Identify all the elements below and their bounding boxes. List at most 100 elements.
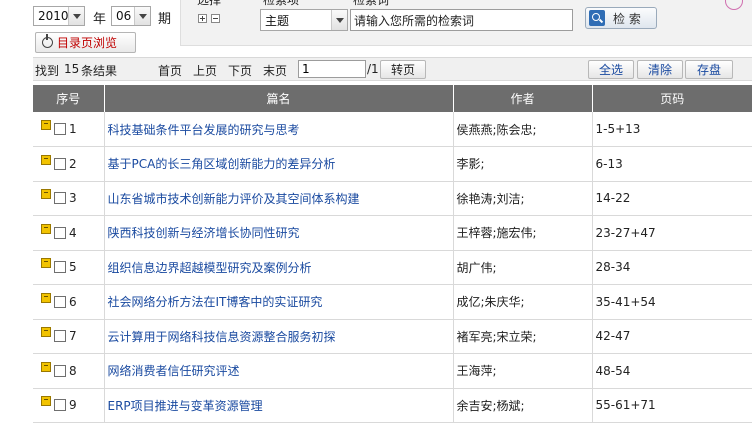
pages-cell: 14-22 [592,181,752,216]
save-button[interactable]: 存盘 [685,60,733,79]
pages-cell: 55-61+71 [592,388,752,423]
save-label: 存盘 [696,63,721,77]
article-title-link[interactable]: 社会网络分析方法在IT博客中的实证研究 [108,295,323,309]
chevron-down-icon[interactable] [68,7,84,25]
note-icon[interactable] [41,361,51,372]
author-cell: 余吉安;杨斌; [453,388,593,423]
article-title-link[interactable]: 网络消费者信任研究评述 [108,364,240,378]
title-cell: 社会网络分析方法在IT博客中的实证研究 [104,284,454,320]
article-title-link[interactable]: 基于PCA的长三角区域创新能力的差异分析 [108,157,336,171]
note-icon[interactable] [41,292,51,303]
found-suffix: 条结果 [81,64,118,78]
field-select[interactable]: 主题 [260,9,348,31]
search-icon [589,10,605,26]
results-table: 序号 篇名 作者 页码 1 科技基础条件平台发展的研究与思考 侯燕燕;陈会忠; 1-5… [33,85,752,423]
row-checkbox[interactable] [54,123,66,135]
row-checkbox[interactable] [54,261,66,274]
seq-cell: 2 [33,146,105,182]
article-title-link[interactable]: 陕西科技创新与经济增长协同性研究 [108,226,300,240]
page-number-input[interactable] [298,60,366,78]
author-cell: 成亿;朱庆华; [453,284,593,320]
title-cell: 组织信息边界超越模型研究及案例分析 [104,250,454,285]
article-title-link[interactable]: 科技基础条件平台发展的研究与思考 [108,123,300,137]
row-number: 3 [69,191,77,206]
field-select-value: 主题 [265,13,290,28]
article-title-link[interactable]: 组织信息边界超越模型研究及案例分析 [108,261,312,275]
chevron-down-icon[interactable] [134,7,150,25]
row-checkbox[interactable] [54,295,66,308]
last-page-link[interactable]: 末页 [263,62,287,79]
title-cell: 云计算用于网络科技信息资源整合服务初探 [104,319,454,354]
title-cell: ERP项目推进与变革资源管理 [104,388,454,423]
row-checkbox[interactable] [54,399,66,412]
row-checkbox[interactable] [54,226,66,239]
row-number: 8 [69,363,77,378]
search-button[interactable]: 检 索 [585,7,657,29]
article-title-link[interactable]: ERP项目推进与变革资源管理 [108,399,263,413]
select-all-button[interactable]: 全选 [588,60,634,79]
toc-browse-button[interactable]: 目录页浏览 [35,32,136,53]
toc-browse-label: 目录页浏览 [57,36,118,50]
next-page-link[interactable]: 下页 [228,62,252,79]
add-condition-icon[interactable] [198,14,207,23]
title-cell: 科技基础条件平台发展的研究与思考 [104,112,454,147]
table-row: 1 科技基础条件平台发展的研究与思考 侯燕燕;陈会忠; 1-5+13 [33,112,752,147]
pages-cell: 42-47 [592,319,752,354]
seq-cell: 7 [33,319,105,354]
issue-select[interactable]: 06 [111,6,151,26]
row-checkbox[interactable] [54,330,66,343]
year-select-value: 2010 [38,9,69,23]
first-page-link[interactable]: 首页 [158,62,182,79]
table-row: 5 组织信息边界超越模型研究及案例分析 胡广伟; 28-34 [33,250,752,285]
table-row: 8 网络消费者信任研究评述 王海萍; 48-54 [33,353,752,389]
article-title-link[interactable]: 山东省城市技术创新能力评价及其空间体系构建 [108,192,360,206]
keyword-label: 检索词 [353,0,390,7]
year-select[interactable]: 2010 [33,6,85,26]
author-cell: 徐艳涛;刘洁; [453,181,593,216]
author-cell: 侯燕燕;陈会忠; [453,112,593,147]
keyword-input[interactable] [350,9,573,31]
row-number: 6 [69,294,77,309]
pages-cell: 1-5+13 [592,112,752,147]
note-icon[interactable] [41,120,51,130]
remove-condition-icon[interactable] [211,14,220,23]
title-cell: 基于PCA的长三角区域创新能力的差异分析 [104,146,454,182]
pages-cell: 48-54 [592,353,752,389]
row-number: 1 [69,122,77,136]
note-icon[interactable] [41,258,51,269]
row-checkbox[interactable] [54,157,66,170]
row-number: 4 [69,225,77,240]
note-icon[interactable] [41,396,51,407]
note-icon[interactable] [41,327,51,338]
seq-cell: 1 [33,112,105,147]
clear-button[interactable]: 清除 [637,60,683,79]
note-icon[interactable] [41,189,51,200]
author-cell: 褚军亮;宋立荣; [453,319,593,354]
note-icon[interactable] [41,223,51,234]
row-number: 5 [69,260,77,275]
table-row: 6 社会网络分析方法在IT博客中的实证研究 成亿;朱庆华; 35-41+54 [33,284,752,320]
seq-cell: 4 [33,215,105,251]
article-title-link[interactable]: 云计算用于网络科技信息资源整合服务初探 [108,330,336,344]
pages-cell: 35-41+54 [592,284,752,320]
pages-cell: 6-13 [592,146,752,182]
clear-label: 清除 [647,63,672,77]
table-row: 2 基于PCA的长三角区域创新能力的差异分析 李影; 6-13 [33,146,752,182]
search-button-label: 检 索 [613,11,641,26]
goto-page-button[interactable]: 转页 [380,60,426,79]
header-title: 篇名 [104,85,454,112]
seq-cell: 9 [33,388,105,423]
note-icon[interactable] [41,154,51,165]
goto-page-label: 转页 [390,63,415,77]
chevron-down-icon[interactable] [331,10,347,30]
row-checkbox[interactable] [54,192,66,205]
scope-label: 选择 [197,0,222,7]
year-label: 年 [93,12,107,27]
prev-page-link[interactable]: 上页 [193,62,217,79]
row-checkbox[interactable] [54,364,66,377]
table-header-row: 序号 篇名 作者 页码 [33,85,752,112]
issue-select-value: 06 [116,9,132,23]
row-number: 9 [69,398,77,413]
pages-cell: 23-27+47 [592,215,752,251]
title-cell: 山东省城市技术创新能力评价及其空间体系构建 [104,181,454,216]
